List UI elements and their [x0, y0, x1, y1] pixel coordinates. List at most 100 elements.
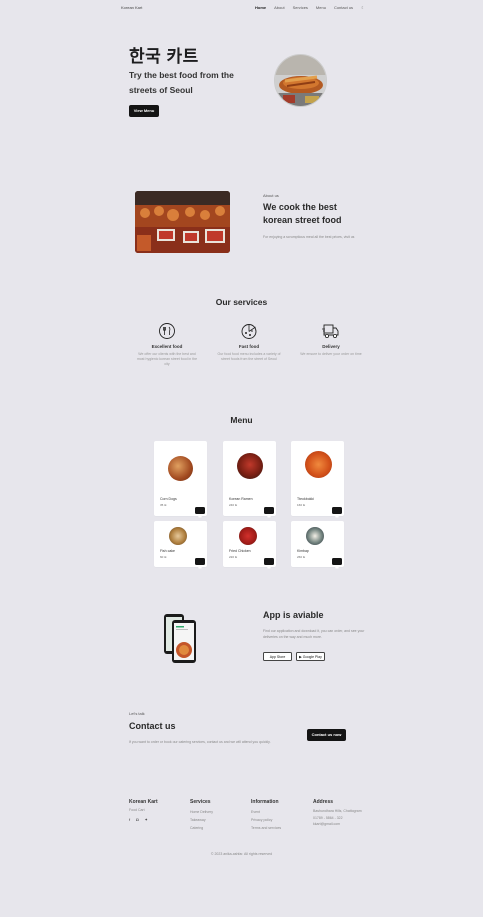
menu-title: Menu: [230, 415, 253, 425]
nav-item-contact[interactable]: Contact us: [334, 5, 353, 10]
service-desc: We ensure to deliver your order on time: [300, 352, 362, 356]
menu-item-name: Kimbap: [297, 549, 309, 553]
pizza-icon: [241, 324, 257, 339]
nav-item-menu[interactable]: Menu: [316, 5, 326, 10]
footer-email[interactable]: kkart@gmail.com: [313, 821, 362, 828]
service-desc: We offer our clients with the best and m…: [136, 352, 198, 366]
contact-title: Contact us: [129, 721, 176, 731]
cart-icon: [267, 566, 271, 569]
contact-tag: Let's talk: [129, 711, 145, 716]
brand-logo-text[interactable]: Korean Kart: [121, 5, 142, 10]
app-text: Find our application and download it, yo…: [263, 629, 365, 639]
add-to-cart-button[interactable]: [195, 558, 205, 569]
footer-address-line: Bashundhara Hills, Chattogram: [313, 809, 362, 813]
menu-item-price: 240 tk: [229, 503, 238, 507]
menu-item-price: 160 tk: [297, 503, 306, 507]
menu-item-name: Fried Chicken: [229, 549, 251, 553]
menu-card[interactable]: Fish cake 60 tk: [154, 521, 207, 569]
menu-item-price: 35 tk: [160, 503, 167, 507]
footer-address: Address Bashundhara Hills, Chattogram 01…: [313, 799, 362, 828]
menu-card[interactable]: Korean Ramen 240 tk: [223, 441, 276, 518]
contact-text: If you want to order or book our caterin…: [129, 740, 271, 744]
menu-card[interactable]: Tteokbokki 160 tk: [291, 441, 344, 518]
service-name: Fast food: [238, 344, 260, 349]
footer-link[interactable]: Privacy policy: [251, 816, 281, 824]
hero-subtitle: Try the best food from the streets of Se…: [129, 70, 234, 95]
play-icon: ▶: [299, 655, 302, 659]
add-to-cart-button[interactable]: [332, 558, 342, 569]
copyright-text: © 2023 anika-ashfar. All rights reserved: [210, 852, 273, 856]
cart-icon: [267, 515, 271, 518]
theme-toggle-icon[interactable]: ☾: [361, 5, 365, 10]
menu-item-price: 220 tk: [229, 555, 238, 559]
cart-icon: [335, 515, 339, 518]
menu-card[interactable]: Corn Dogs 35 tk: [154, 441, 207, 518]
service-fast-food: Fast food Our food food menu includes a …: [217, 322, 281, 362]
footer-services: Services Home Delivery Takeaway Catering: [190, 799, 213, 832]
menu-item-price: 60 tk: [160, 555, 167, 559]
footer-address-title: Address: [313, 799, 334, 805]
phone-mockup-image: [162, 612, 198, 669]
footer-services-title: Services: [190, 799, 211, 805]
about-title: We cook the best korean street food: [263, 202, 342, 225]
footer-link[interactable]: Event: [251, 808, 281, 816]
menu-item-price: 260 tk: [297, 555, 306, 559]
korean-ramen-image: [237, 453, 263, 479]
tteokbokki-image: [305, 451, 332, 478]
menu-card[interactable]: Fried Chicken 220 tk: [223, 521, 276, 569]
fried-chicken-image: [239, 527, 257, 545]
corn-dogs-image: [168, 456, 193, 481]
view-menu-button[interactable]: View Menu: [129, 105, 159, 117]
add-to-cart-button[interactable]: [264, 507, 274, 518]
about-tag: About us: [263, 193, 279, 198]
hand-food-icon: [159, 323, 175, 339]
fish-cake-image: [169, 527, 187, 545]
nav-item-about[interactable]: About: [274, 5, 284, 10]
app-title: App is aviable: [263, 610, 324, 620]
footer-link[interactable]: Catering: [190, 824, 213, 832]
hero-title: 한국 카트: [129, 47, 199, 66]
social-links: f ◘ ✦: [129, 817, 158, 822]
nav-item-home[interactable]: Home: [255, 5, 266, 10]
service-delivery: Delivery We ensure to deliver your order…: [299, 322, 363, 357]
service-excellent-food: Excellent food We offer our clients with…: [135, 322, 199, 367]
twitter-icon[interactable]: ✦: [145, 817, 148, 822]
main-nav: Home About Services Menu Contact us ☾: [255, 5, 365, 10]
footer-link[interactable]: Home Delivery: [190, 808, 213, 816]
menu-item-name: Tteokbokki: [297, 497, 314, 501]
footer-brand: Korean Kart Food Cart f ◘ ✦: [129, 799, 158, 822]
footer-link[interactable]: Takeaway: [190, 816, 213, 824]
google-play-button[interactable]: ▶ Google Play: [296, 652, 325, 661]
footer-information: Information Event Privacy policy Terms a…: [251, 799, 281, 832]
service-desc: Our food food menu includes a variety of…: [217, 352, 281, 361]
cart-icon: [198, 566, 202, 569]
add-to-cart-button[interactable]: [195, 507, 205, 518]
about-text: For enjoying a scrumptious meal all the …: [263, 235, 355, 239]
facebook-icon[interactable]: f: [129, 817, 130, 822]
contact-us-button[interactable]: Contact us now: [307, 729, 346, 741]
menu-item-name: Korean Ramen: [229, 497, 253, 501]
service-name: Delivery: [322, 344, 340, 349]
footer-brand-name: Korean Kart: [129, 799, 158, 805]
nav-item-services[interactable]: Services: [293, 5, 308, 10]
footer-link[interactable]: Terms and services: [251, 824, 281, 832]
about-food-image: [135, 191, 230, 253]
cart-icon: [198, 515, 202, 518]
add-to-cart-button[interactable]: [332, 507, 342, 518]
service-name: Excellent food: [151, 344, 183, 349]
delivery-truck-icon: [322, 324, 339, 338]
app-store-button[interactable]: App Store: [263, 652, 292, 661]
app-store-label: App Store: [269, 655, 286, 659]
hero-food-image: [274, 54, 327, 107]
instagram-icon[interactable]: ◘: [136, 817, 138, 822]
services-title: Our services: [215, 297, 268, 307]
footer-info-title: Information: [251, 799, 279, 805]
google-play-label: Google Play: [302, 655, 322, 659]
footer-brand-sub: Food Cart: [129, 808, 145, 812]
menu-card[interactable]: Kimbap 260 tk: [291, 521, 344, 569]
cart-icon: [335, 566, 339, 569]
menu-item-name: Fish cake: [160, 549, 175, 553]
add-to-cart-button[interactable]: [264, 558, 274, 569]
menu-item-name: Corn Dogs: [160, 497, 177, 501]
kimbap-image: [306, 527, 324, 545]
